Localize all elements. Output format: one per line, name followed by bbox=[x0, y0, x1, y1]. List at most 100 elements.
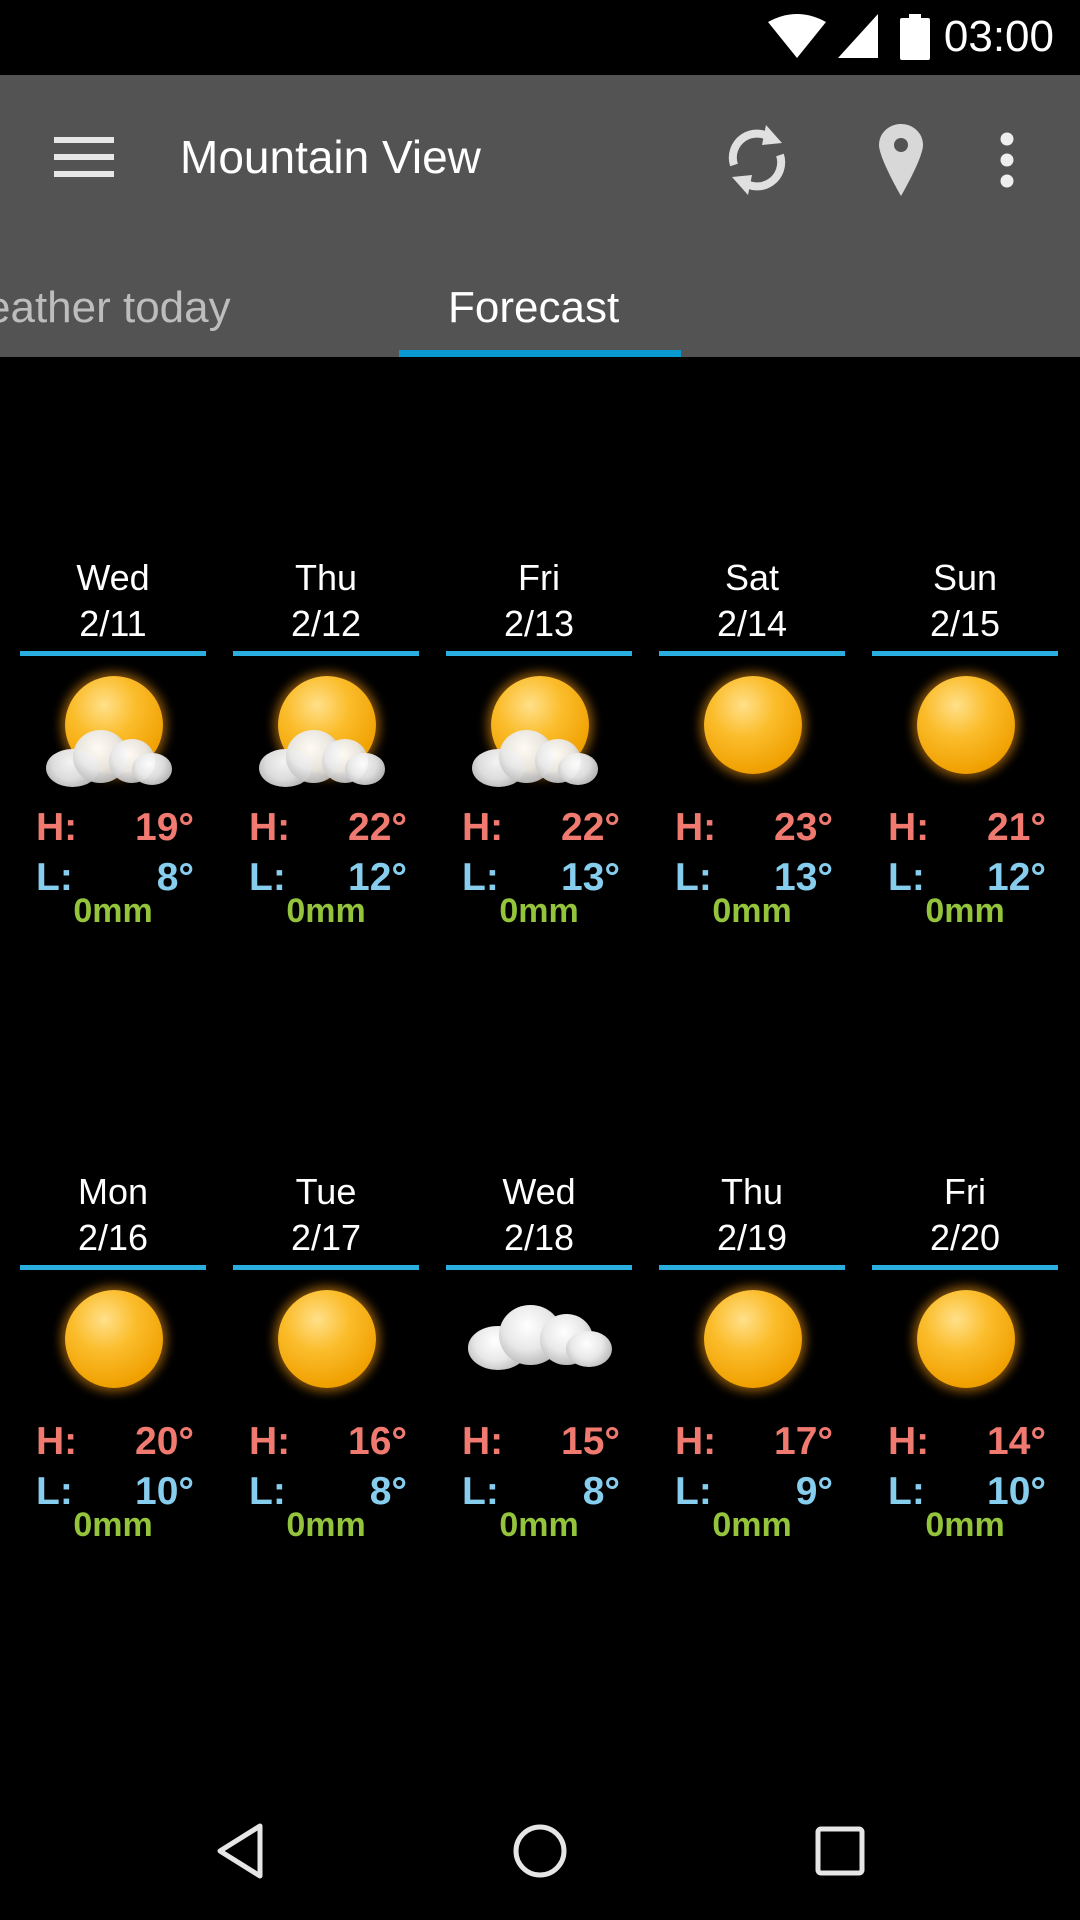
high-temp: 21° bbox=[987, 806, 1046, 849]
sun-icon bbox=[917, 676, 1015, 774]
high-temp-row: H: 22° bbox=[446, 806, 632, 856]
day-of-week: Mon bbox=[77, 1171, 149, 1212]
low-temp-row: L: 10° bbox=[872, 1470, 1058, 1520]
location-pin-icon bbox=[879, 124, 923, 196]
day-of-week: Fri bbox=[944, 1171, 986, 1212]
high-temp: 16° bbox=[348, 1420, 407, 1463]
sun-icon bbox=[704, 676, 802, 774]
weather-icon-container bbox=[659, 1270, 845, 1420]
weather-icon-container bbox=[659, 656, 845, 806]
high-temp: 19° bbox=[135, 806, 194, 849]
forecast-day-card[interactable]: Fri 2/20 H: 14° L: 10° 0mm bbox=[872, 1169, 1058, 1549]
weather-icon-container bbox=[446, 1270, 632, 1420]
low-temp: 10° bbox=[987, 1470, 1046, 1513]
status-bar: 03:00 bbox=[0, 0, 1080, 75]
high-label: H: bbox=[888, 806, 930, 849]
day-of-week: Tue bbox=[295, 1171, 357, 1212]
refresh-icon bbox=[728, 125, 786, 195]
menu-line bbox=[54, 154, 114, 160]
high-temp: 22° bbox=[561, 806, 620, 849]
forecast-day-card[interactable]: Sat 2/14 H: 23° L: 13° 0mm bbox=[659, 555, 845, 935]
day-of-week: Thu bbox=[720, 1171, 784, 1212]
sun-icon bbox=[278, 1290, 376, 1388]
high-label: H: bbox=[36, 806, 78, 849]
low-temp: 8° bbox=[582, 1470, 620, 1513]
high-label: H: bbox=[462, 1420, 504, 1463]
home-button[interactable] bbox=[490, 1806, 590, 1896]
recents-icon bbox=[815, 1826, 865, 1876]
low-temp: 12° bbox=[987, 856, 1046, 899]
forecast-date: 2/20 bbox=[929, 1217, 1001, 1258]
high-temp: 14° bbox=[987, 1420, 1046, 1463]
battery-icon bbox=[900, 14, 930, 60]
high-temp-row: H: 21° bbox=[872, 806, 1058, 856]
low-temp-row: L: 12° bbox=[233, 856, 419, 906]
navigation-bar bbox=[0, 1780, 1080, 1920]
weather-icon-container bbox=[872, 656, 1058, 806]
high-temp-row: H: 15° bbox=[446, 1420, 632, 1470]
weather-icon-container bbox=[20, 1270, 206, 1420]
low-temp-row: L: 8° bbox=[20, 856, 206, 906]
forecast-day-card[interactable]: Tue 2/17 H: 16° L: 8° 0mm bbox=[233, 1169, 419, 1549]
sun-icon bbox=[704, 1290, 802, 1388]
menu-line bbox=[54, 137, 114, 143]
low-temp: 13° bbox=[774, 856, 833, 899]
tab-indicator bbox=[399, 350, 681, 357]
low-temp-row: L: 8° bbox=[233, 1470, 419, 1520]
high-label: H: bbox=[675, 806, 717, 849]
low-temp-row: L: 13° bbox=[659, 856, 845, 906]
forecast-date: 2/19 bbox=[716, 1217, 788, 1258]
wifi-icon bbox=[768, 14, 826, 58]
high-temp: 20° bbox=[135, 1420, 194, 1463]
tab-weather-today[interactable]: eather today bbox=[0, 283, 231, 333]
day-of-week: Thu bbox=[294, 557, 358, 598]
low-temp-row: L: 12° bbox=[872, 856, 1058, 906]
hamburger-menu-icon[interactable] bbox=[40, 127, 130, 187]
low-label: L: bbox=[462, 856, 499, 899]
location-button[interactable] bbox=[856, 115, 946, 205]
forecast-day-card[interactable]: Thu 2/19 H: 17° L: 9° 0mm bbox=[659, 1169, 845, 1549]
high-label: H: bbox=[888, 1420, 930, 1463]
forecast-day-card[interactable]: Thu 2/12 H: 22° L: 12° 0mm bbox=[233, 555, 419, 935]
forecast-day-card[interactable]: Fri 2/13 H: 22° L: 13° 0mm bbox=[446, 555, 632, 935]
high-label: H: bbox=[36, 1420, 78, 1463]
forecast-date: 2/15 bbox=[929, 603, 1001, 644]
high-temp-row: H: 14° bbox=[872, 1420, 1058, 1470]
home-icon bbox=[513, 1824, 567, 1878]
cloud-shape bbox=[46, 726, 172, 789]
high-temp-row: H: 20° bbox=[20, 1420, 206, 1470]
high-temp: 15° bbox=[561, 1420, 620, 1463]
low-label: L: bbox=[462, 1470, 499, 1513]
overflow-menu-button[interactable] bbox=[962, 115, 1052, 205]
day-of-week: Sun bbox=[932, 557, 998, 598]
status-time: 03:00 bbox=[943, 12, 1054, 61]
high-temp: 22° bbox=[348, 806, 407, 849]
day-of-week: Fri bbox=[518, 557, 560, 598]
forecast-day-card[interactable]: Wed 2/18 H: 15° L: 8° 0mm bbox=[446, 1169, 632, 1549]
day-of-week: Wed bbox=[502, 1171, 576, 1212]
forecast-date: 2/17 bbox=[290, 1217, 362, 1258]
low-temp: 9° bbox=[795, 1470, 833, 1513]
more-vert-icon bbox=[1000, 132, 1014, 188]
forecast-day-card[interactable]: Sun 2/15 H: 21° L: 12° 0mm bbox=[872, 555, 1058, 935]
forecast-date: 2/14 bbox=[716, 603, 788, 644]
low-temp-row: L: 9° bbox=[659, 1470, 845, 1520]
back-icon bbox=[217, 1823, 263, 1879]
forecast-day-card[interactable]: Mon 2/16 H: 20° L: 10° 0mm bbox=[20, 1169, 206, 1549]
low-temp: 8° bbox=[369, 1470, 407, 1513]
low-temp: 10° bbox=[135, 1470, 194, 1513]
recents-button[interactable] bbox=[790, 1806, 890, 1896]
refresh-button[interactable] bbox=[712, 115, 802, 205]
weather-icon-container bbox=[233, 656, 419, 806]
low-temp-row: L: 10° bbox=[20, 1470, 206, 1520]
weather-icon-container bbox=[20, 656, 206, 806]
low-temp: 8° bbox=[156, 856, 194, 899]
high-label: H: bbox=[462, 806, 504, 849]
tab-forecast[interactable]: Forecast bbox=[448, 283, 619, 333]
weather-icon-container bbox=[233, 1270, 419, 1420]
forecast-day-card[interactable]: Wed 2/11 H: 19° L: 8° 0mm bbox=[20, 555, 206, 935]
back-button[interactable] bbox=[190, 1806, 290, 1896]
cloud-shape bbox=[468, 1300, 612, 1372]
low-label: L: bbox=[249, 1470, 286, 1513]
high-label: H: bbox=[249, 1420, 291, 1463]
